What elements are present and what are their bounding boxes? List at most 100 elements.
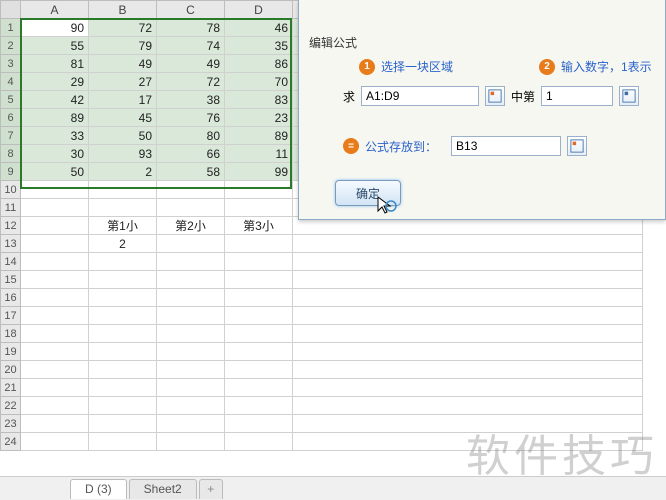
cell[interactable]	[21, 181, 89, 199]
cell[interactable]	[21, 433, 89, 451]
row-header[interactable]: 23	[1, 415, 21, 433]
row-header[interactable]: 2	[1, 37, 21, 55]
cell[interactable]	[21, 307, 89, 325]
cell[interactable]	[293, 253, 643, 271]
row-header[interactable]: 16	[1, 289, 21, 307]
row-header[interactable]: 19	[1, 343, 21, 361]
cell[interactable]: 66	[157, 145, 225, 163]
cell[interactable]	[157, 361, 225, 379]
tab-sheet2[interactable]: Sheet2	[129, 479, 197, 499]
cell[interactable]	[225, 253, 293, 271]
col-header[interactable]: C	[157, 1, 225, 19]
cell[interactable]: 58	[157, 163, 225, 181]
cell[interactable]: 49	[157, 55, 225, 73]
cell[interactable]	[89, 343, 157, 361]
cell[interactable]	[21, 289, 89, 307]
cell[interactable]	[157, 379, 225, 397]
cell[interactable]: 72	[157, 73, 225, 91]
cell[interactable]: 83	[225, 91, 293, 109]
cell[interactable]	[157, 343, 225, 361]
cell[interactable]	[157, 271, 225, 289]
nth-input[interactable]	[541, 86, 613, 106]
cell[interactable]	[89, 361, 157, 379]
cell[interactable]	[157, 307, 225, 325]
cell[interactable]	[157, 253, 225, 271]
cell[interactable]	[89, 433, 157, 451]
save-picker-icon[interactable]	[567, 136, 587, 156]
cell[interactable]	[293, 415, 643, 433]
cell[interactable]	[89, 415, 157, 433]
cell[interactable]	[293, 433, 643, 451]
row-header[interactable]: 20	[1, 361, 21, 379]
cell[interactable]	[293, 343, 643, 361]
cell[interactable]	[293, 271, 643, 289]
cell[interactable]	[89, 397, 157, 415]
nth-picker-icon[interactable]	[619, 86, 639, 106]
cell[interactable]	[225, 343, 293, 361]
row-header[interactable]: 8	[1, 145, 21, 163]
cell[interactable]: 90	[21, 19, 89, 37]
cell[interactable]: 第2小	[157, 217, 225, 235]
cell[interactable]: 50	[89, 127, 157, 145]
cell[interactable]: 76	[157, 109, 225, 127]
cell[interactable]: 42	[21, 91, 89, 109]
cell[interactable]	[157, 415, 225, 433]
cell[interactable]: 72	[89, 19, 157, 37]
cell[interactable]: 46	[225, 19, 293, 37]
cell[interactable]	[225, 199, 293, 217]
cell[interactable]: 第1小	[89, 217, 157, 235]
cell[interactable]: 74	[157, 37, 225, 55]
row-header[interactable]: 12	[1, 217, 21, 235]
row-header[interactable]: 9	[1, 163, 21, 181]
cell[interactable]	[225, 271, 293, 289]
row-header[interactable]: 4	[1, 73, 21, 91]
cell[interactable]	[157, 199, 225, 217]
cell[interactable]	[225, 181, 293, 199]
cell[interactable]: 2	[89, 163, 157, 181]
save-cell-input[interactable]	[451, 136, 561, 156]
row-header[interactable]: 17	[1, 307, 21, 325]
cell[interactable]	[89, 181, 157, 199]
col-header[interactable]: A	[21, 1, 89, 19]
cell[interactable]	[21, 325, 89, 343]
row-header[interactable]: 10	[1, 181, 21, 199]
cell[interactable]	[225, 361, 293, 379]
cell[interactable]	[157, 181, 225, 199]
cell[interactable]	[89, 271, 157, 289]
range-picker-icon[interactable]	[485, 86, 505, 106]
cell[interactable]	[21, 415, 89, 433]
row-header[interactable]: 13	[1, 235, 21, 253]
cell[interactable]: 81	[21, 55, 89, 73]
cell[interactable]: 99	[225, 163, 293, 181]
ok-button[interactable]: 确定	[335, 180, 401, 206]
cell[interactable]: 78	[157, 19, 225, 37]
cell[interactable]: 38	[157, 91, 225, 109]
row-header[interactable]: 15	[1, 271, 21, 289]
row-header[interactable]: 6	[1, 109, 21, 127]
cell[interactable]: 33	[21, 127, 89, 145]
cell[interactable]	[157, 397, 225, 415]
cell[interactable]	[21, 379, 89, 397]
cell[interactable]: 93	[89, 145, 157, 163]
cell[interactable]	[21, 253, 89, 271]
cell[interactable]	[293, 397, 643, 415]
cell[interactable]: 70	[225, 73, 293, 91]
cell[interactable]: 45	[89, 109, 157, 127]
cell[interactable]	[21, 271, 89, 289]
tab-add[interactable]: +	[199, 479, 223, 499]
cell[interactable]: 23	[225, 109, 293, 127]
cell[interactable]	[89, 379, 157, 397]
cell[interactable]	[89, 199, 157, 217]
col-header[interactable]: D	[225, 1, 293, 19]
cell[interactable]	[293, 325, 643, 343]
cell[interactable]	[293, 235, 643, 253]
cell[interactable]	[293, 307, 643, 325]
cell[interactable]	[293, 379, 643, 397]
cell[interactable]	[225, 307, 293, 325]
cell[interactable]	[225, 379, 293, 397]
cell[interactable]	[157, 325, 225, 343]
cell[interactable]: 86	[225, 55, 293, 73]
cell[interactable]: 89	[225, 127, 293, 145]
cell[interactable]: 29	[21, 73, 89, 91]
row-header[interactable]: 7	[1, 127, 21, 145]
